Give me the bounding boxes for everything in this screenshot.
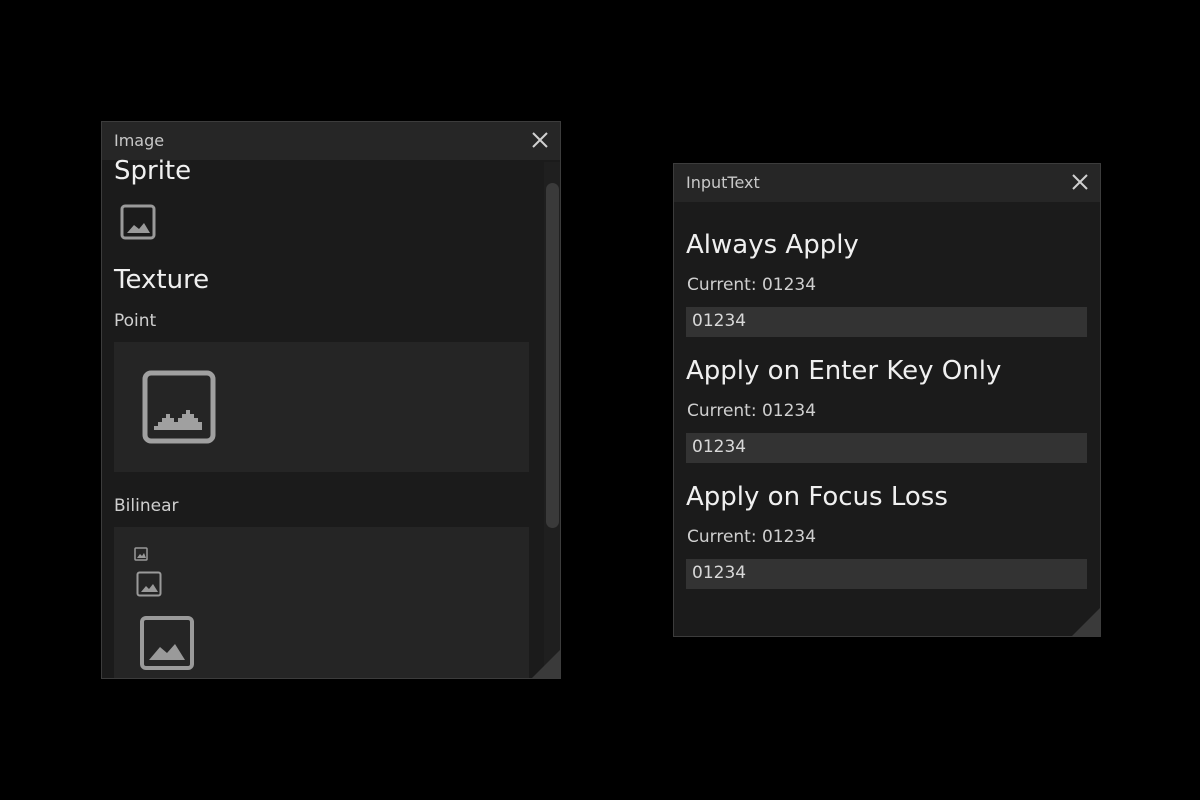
image-icon [136,571,162,597]
apply-on-enter-current: Current: 01234 [687,401,817,421]
texture-heading: Texture [114,265,210,295]
image-window-scrollbar-thumb[interactable] [546,183,559,528]
point-label: Point [114,311,157,331]
input-text-window-resize-grip[interactable] [1072,608,1100,636]
image-window: Image Sprite Texture Point Bilinear [101,121,561,679]
image-window-resize-grip[interactable] [532,650,560,678]
point-texture-panel [114,342,529,472]
image-window-titlebar[interactable]: Image [102,122,560,160]
apply-on-enter-heading: Apply on Enter Key Only [686,356,1002,386]
image-icon [142,370,216,444]
input-text-window-title: InputText [686,173,760,192]
sprite-heading: Sprite [114,156,192,186]
close-icon[interactable] [530,130,550,150]
always-apply-input[interactable]: 01234 [686,307,1087,337]
apply-on-enter-input[interactable]: 01234 [686,433,1087,463]
always-apply-current: Current: 01234 [687,275,817,295]
image-icon [134,547,148,561]
apply-on-focus-loss-heading: Apply on Focus Loss [686,482,948,512]
image-icon [140,616,194,670]
image-icon [120,204,156,240]
apply-on-focus-loss-current: Current: 01234 [687,527,817,547]
bilinear-label: Bilinear [114,496,179,516]
input-text-window-titlebar[interactable]: InputText [674,164,1100,202]
input-text-window: InputText Always Apply Current: 01234 01… [673,163,1101,637]
bilinear-texture-panel [114,527,529,678]
always-apply-heading: Always Apply [686,230,859,260]
apply-on-focus-loss-input[interactable]: 01234 [686,559,1087,589]
image-window-title: Image [114,131,165,150]
close-icon[interactable] [1070,172,1090,192]
